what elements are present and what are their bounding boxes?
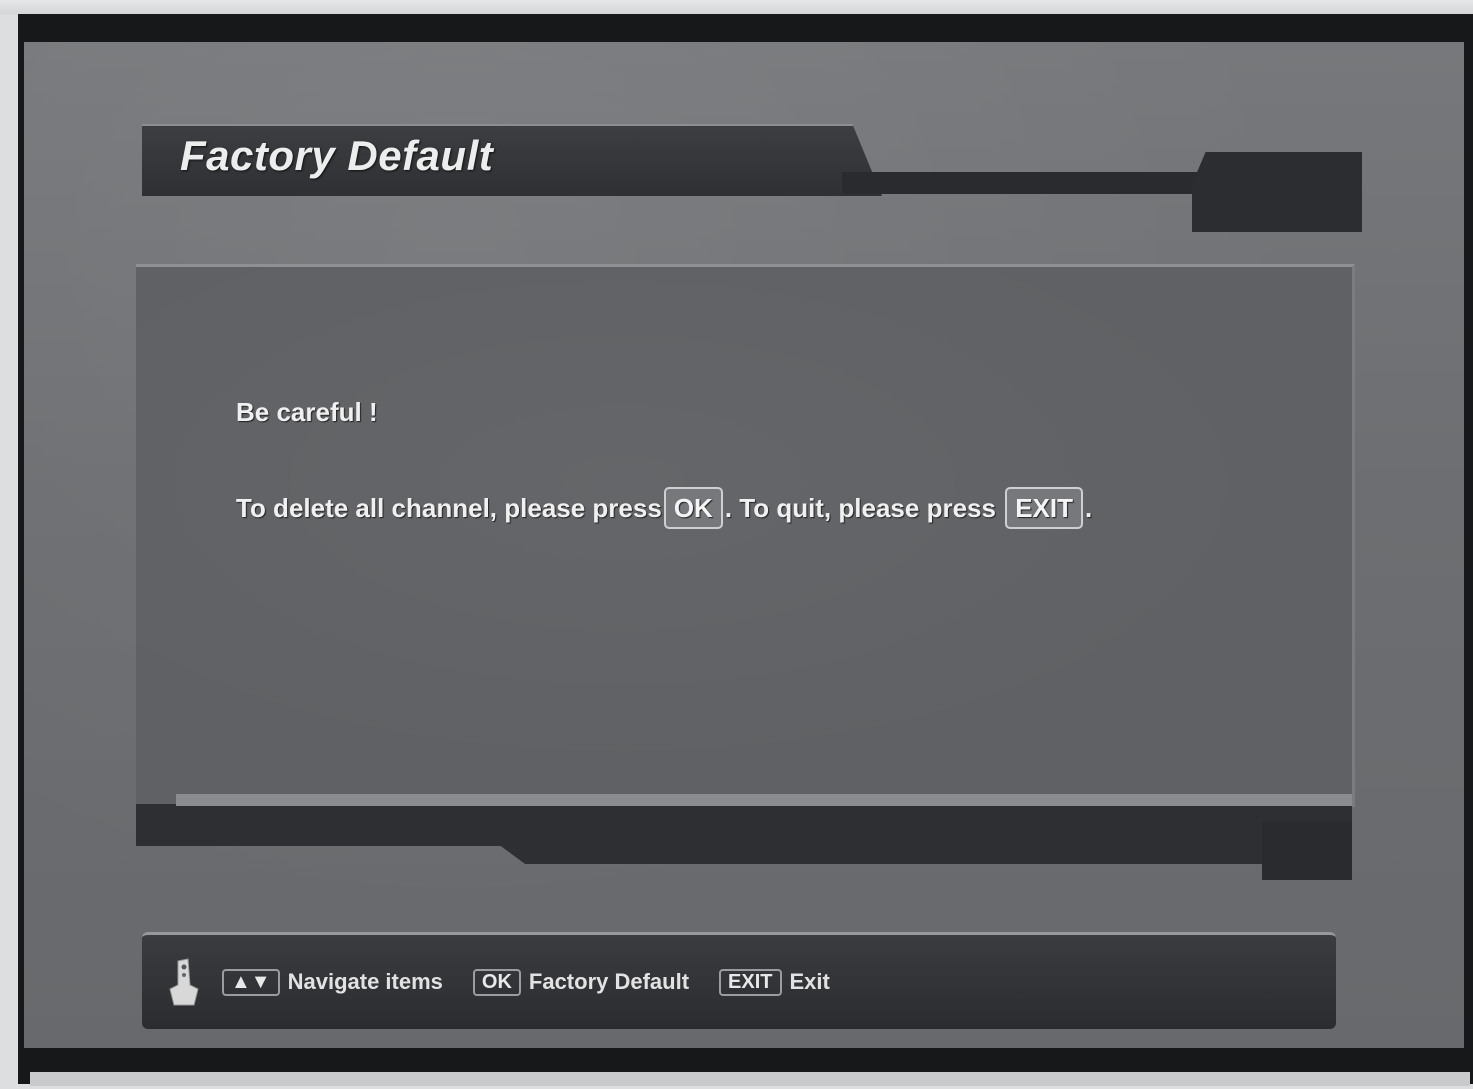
help-item-navigate: ▲▼ Navigate items (222, 968, 443, 996)
instruction-middle: . To quit, please press (724, 493, 996, 523)
exit-key: EXIT (719, 968, 782, 996)
help-item-label: Exit (789, 969, 830, 994)
lower-decoration (136, 782, 1352, 882)
help-item-exit: EXIT Exit (719, 968, 830, 996)
lower-band-dark (136, 804, 1352, 864)
screen-bottom-rim (30, 1072, 1470, 1086)
remote-control-icon (164, 955, 204, 1009)
tv-screen: Factory Default Be careful ! To delete a… (18, 14, 1473, 1086)
lower-band-highlight (176, 794, 1352, 806)
help-bar: ▲▼ Navigate items OK Factory Default EXI… (142, 932, 1336, 1029)
instruction-prefix: To delete all channel, please press (236, 493, 662, 523)
ok-key-badge[interactable]: OK (663, 487, 723, 529)
photo-frame: Factory Default Be careful ! To delete a… (0, 0, 1473, 1089)
warning-text: Be careful ! (236, 397, 378, 427)
osd-menu: Factory Default Be careful ! To delete a… (24, 42, 1470, 1086)
ok-key: OK (472, 968, 521, 996)
up-down-key: ▲▼ (222, 968, 280, 996)
page-top-edge (0, 0, 1473, 14)
title-corner-decoration (1192, 152, 1362, 232)
title-bar: Factory Default (142, 102, 1362, 232)
exit-key-badge[interactable]: EXIT (1005, 487, 1083, 529)
help-item-factory-default: OK Factory Default (472, 968, 690, 996)
instruction-suffix: . (1085, 493, 1093, 523)
page-title: Factory Default (180, 132, 494, 179)
help-item-label: Factory Default (528, 969, 690, 994)
lower-band-corner (1262, 822, 1352, 880)
message-panel: Be careful ! To delete all channel, plea… (136, 264, 1355, 807)
instruction-text: To delete all channel, please press OK. T… (236, 487, 1226, 529)
help-item-label: Navigate items (287, 969, 443, 994)
